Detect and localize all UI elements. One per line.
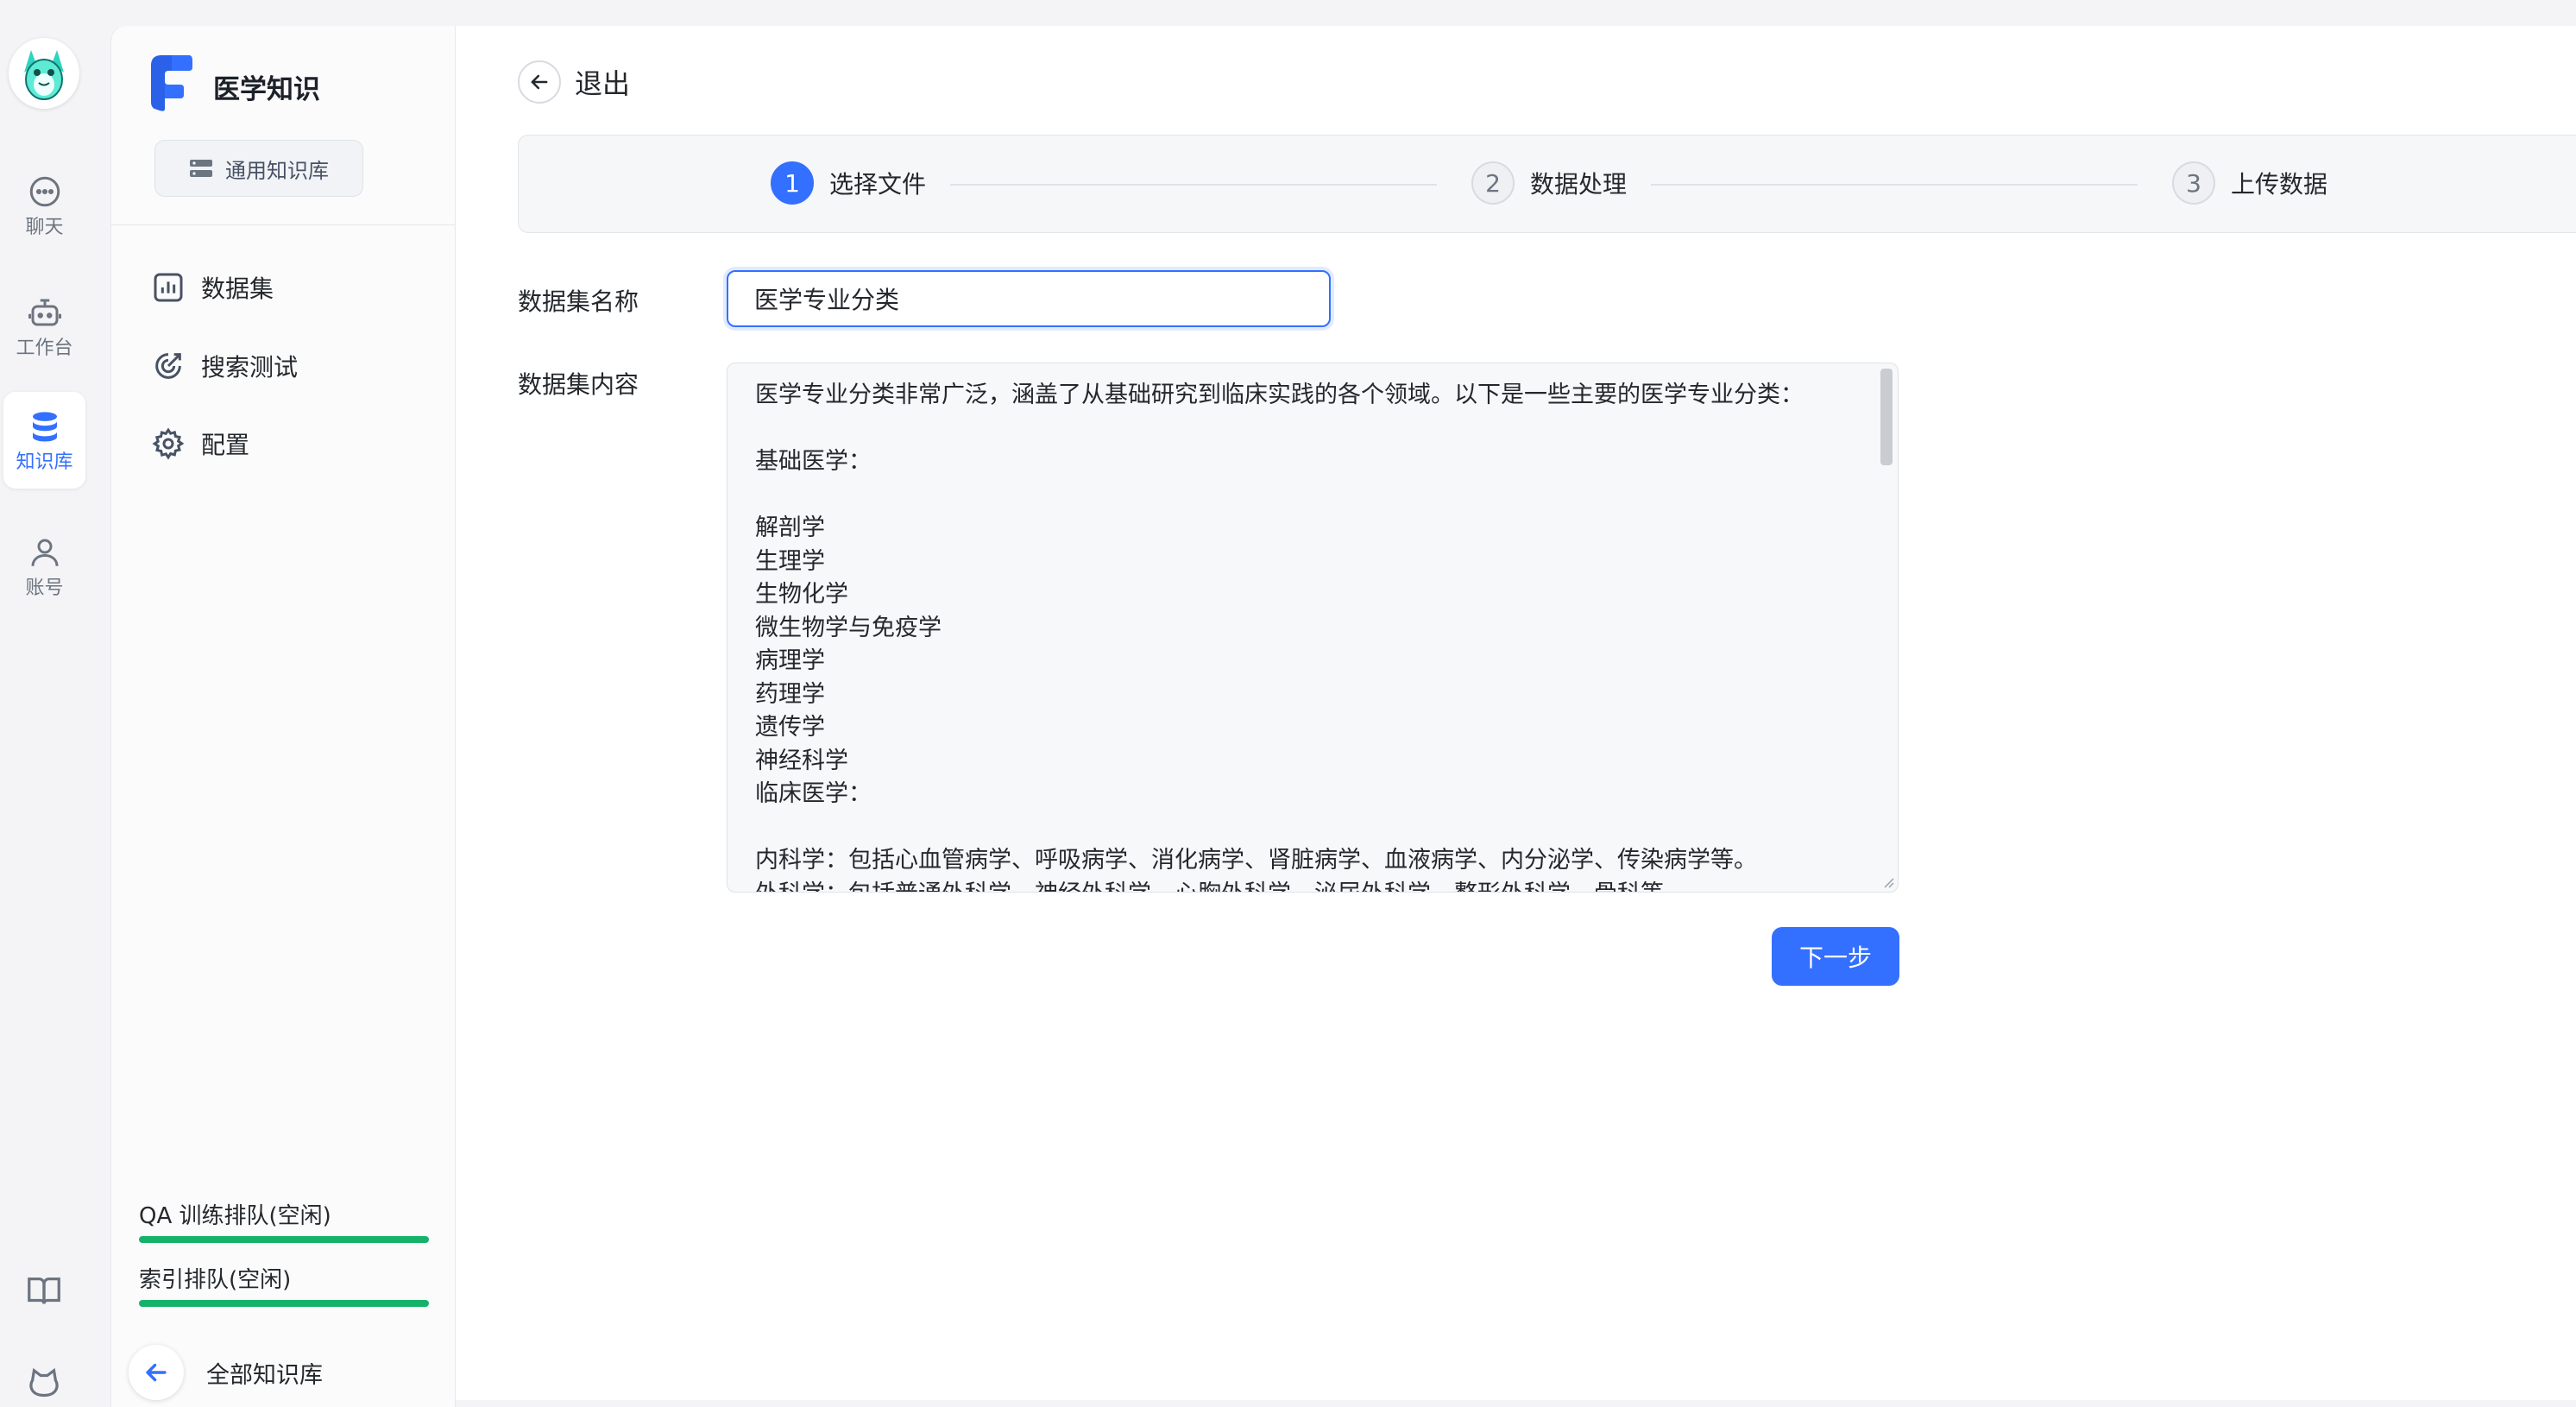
step-number: 3 xyxy=(2172,161,2215,205)
step-number: 1 xyxy=(771,161,814,205)
queue-label: QA 训练排队(空闲) xyxy=(139,1203,331,1229)
queue-progress-fill xyxy=(139,1236,429,1243)
step-data-process: 2 数据处理 xyxy=(1471,161,1627,205)
exit-label: 退出 xyxy=(575,67,631,100)
sidebar-item-search-test[interactable]: 搜索测试 xyxy=(151,342,298,390)
step-upload-data: 3 上传数据 xyxy=(2172,161,2327,205)
index-queue: 索引排队(空闲) xyxy=(139,1269,429,1307)
exit-circle[interactable] xyxy=(518,60,561,104)
step-label: 上传数据 xyxy=(2231,170,2328,199)
dataset-name-label: 数据集名称 xyxy=(518,287,639,316)
sidebar-item-label: 搜索测试 xyxy=(201,353,299,382)
main-panel: 退出 1 选择文件 2 数据处理 3 上传数据 数据集名称 数据集内容 医学专业… xyxy=(456,26,2576,1400)
textarea-scrollbar[interactable] xyxy=(1880,369,1893,465)
queue-label: 索引排队(空闲) xyxy=(139,1267,292,1293)
queue-progress-bar xyxy=(139,1236,429,1243)
database-icon xyxy=(32,412,57,442)
chart-icon xyxy=(154,273,183,302)
kb-type-label: 通用知识库 xyxy=(225,158,329,183)
dataset-content-label: 数据集内容 xyxy=(518,370,639,399)
arrow-left-icon xyxy=(531,74,548,90)
step-connector xyxy=(950,184,1437,186)
queue-progress-fill xyxy=(139,1300,429,1307)
step-select-file: 1 选择文件 xyxy=(771,161,926,205)
step-connector xyxy=(1651,184,2138,186)
sidebar-item-label: 数据集 xyxy=(201,274,274,303)
target-icon xyxy=(155,353,181,379)
kb-logo-icon xyxy=(151,55,192,111)
back-circle[interactable] xyxy=(129,1345,184,1400)
sidebar-item-config[interactable]: 配置 xyxy=(151,420,249,468)
step-label: 数据处理 xyxy=(1530,170,1628,199)
rail-item-account[interactable]: 账号 xyxy=(3,518,85,615)
sidebar-item-label: 配置 xyxy=(201,431,250,459)
dataset-name-input[interactable] xyxy=(727,270,1331,327)
avatar[interactable] xyxy=(9,38,79,109)
knowledge-sidebar: 医学知识 通用知识库 数据集 搜索测试 配置 QA 训练排队(空闲) 索引排队(… xyxy=(110,26,456,1407)
rail-item-label: 账号 xyxy=(25,577,64,599)
rail-item-label: 聊天 xyxy=(25,217,64,238)
step-number: 2 xyxy=(1471,161,1515,205)
arrow-left-icon xyxy=(146,1363,167,1382)
qa-training-queue: QA 训练排队(空闲) xyxy=(139,1205,429,1243)
steps-bar: 1 选择文件 2 数据处理 3 上传数据 xyxy=(518,135,2576,233)
rail-item-label: 工作台 xyxy=(16,338,73,359)
rail-item-workbench[interactable]: 工作台 xyxy=(3,278,85,375)
rail-item-chat[interactable]: 聊天 xyxy=(3,157,85,254)
sidebar-divider xyxy=(111,224,455,225)
robot-icon xyxy=(28,299,61,326)
rail-item-label: 知识库 xyxy=(16,451,73,473)
dataset-content-textarea[interactable]: 医学专业分类非常广泛，涵盖了从基础研究到临床实践的各个领域。以下是一些主要的医学… xyxy=(727,363,1899,893)
back-all-label: 全部知识库 xyxy=(206,1361,323,1389)
next-step-button[interactable]: 下一步 xyxy=(1772,927,1899,986)
resize-grip-icon[interactable] xyxy=(1882,876,1894,888)
chat-bubble-icon xyxy=(29,176,60,207)
dataset-content-text: 医学专业分类非常广泛，涵盖了从基础研究到临床实践的各个领域。以下是一些主要的医学… xyxy=(755,382,1804,892)
back-to-all-kb[interactable]: 全部知识库 xyxy=(129,1345,323,1400)
queue-progress-bar xyxy=(139,1300,429,1307)
exit-button[interactable]: 退出 xyxy=(518,60,630,104)
kb-title: 医学知识 xyxy=(213,74,320,105)
step-label: 选择文件 xyxy=(829,170,927,199)
icon-rail: 聊天 工作台 知识库 账号 xyxy=(0,0,109,1400)
sidebar-item-dataset[interactable]: 数据集 xyxy=(151,263,274,312)
github-icon[interactable] xyxy=(24,1366,64,1405)
book-icon[interactable] xyxy=(24,1271,64,1310)
user-icon xyxy=(31,539,58,566)
rail-item-knowledge-base[interactable]: 知识库 xyxy=(3,392,85,489)
kb-type-badge[interactable]: 通用知识库 xyxy=(154,140,363,197)
server-icon xyxy=(190,160,212,177)
gear-icon xyxy=(152,427,185,460)
